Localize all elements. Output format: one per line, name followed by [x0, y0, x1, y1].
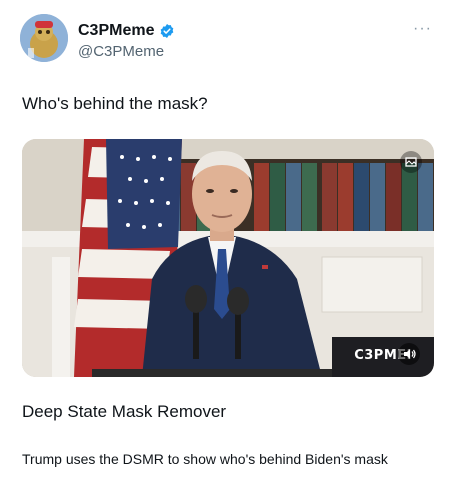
card-description: Trump uses the DSMR to show who's behind…	[22, 451, 388, 467]
avatar-image	[20, 14, 68, 62]
handle[interactable]: @C3PMeme	[78, 43, 175, 60]
more-options-icon[interactable]: ···	[413, 20, 432, 38]
tweet-header: C3PMeme @C3PMeme ···	[20, 14, 432, 66]
card-title[interactable]: Deep State Mask Remover	[22, 402, 226, 422]
media-video[interactable]: C3PMEI	[22, 139, 434, 377]
speaker-icon[interactable]	[398, 343, 420, 365]
verified-badge-icon	[161, 24, 174, 38]
display-name[interactable]: C3PMeme	[78, 22, 154, 40]
name-row: C3PMeme	[78, 22, 175, 40]
avatar[interactable]	[20, 14, 68, 62]
media-icon[interactable]	[400, 151, 422, 173]
author-info: C3PMeme @C3PMeme	[78, 22, 175, 60]
tweet-text: Who's behind the mask?	[22, 94, 208, 113]
video-frame	[22, 139, 434, 377]
